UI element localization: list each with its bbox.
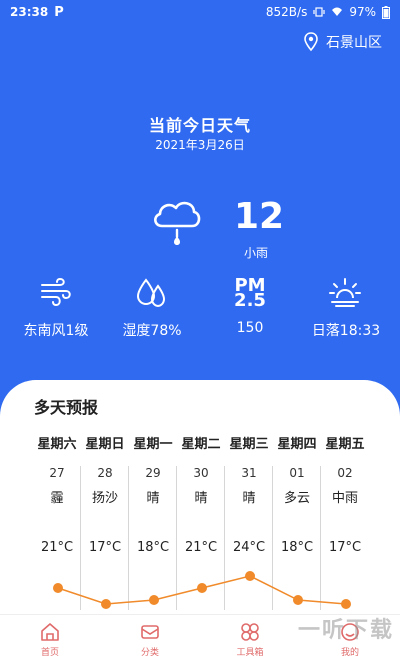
forecast-date: 28 [97,466,113,480]
forecast-weekday: 星期一 [133,437,173,452]
temperature-point [149,595,159,605]
forecast-weekday: 星期三 [229,437,269,452]
forecast-day[interactable]: 星期六 27 霾 21°C [32,430,82,555]
humidity-icon [136,278,166,308]
forecast-weather: 扬沙 [91,491,118,506]
current-date: 2021年3月26日 [155,138,245,152]
forecast-date: 31 [241,466,257,480]
forecast-weekday: 星期日 [85,437,125,452]
nav-profile-label: 我的 [340,648,359,658]
wind-icon [41,277,71,307]
temperature-point [341,599,351,609]
nav-home[interactable]: 首页 [0,617,100,658]
watermark-logo: 一听下载 [297,618,394,643]
pm25-label-bottom: 2.5 [234,290,266,311]
nav-toolbox-label: 工具箱 [236,648,264,658]
forecast-day[interactable]: 星期五 02 中雨 17°C [320,430,370,555]
pm25-value: 150 [236,320,264,336]
forecast-temp: 17°C [88,540,122,555]
status-bar: 23:38 P 852B/s 97% [0,0,400,24]
vibrate-icon [313,7,325,17]
forecast-weekday: 星期六 [37,437,77,452]
temperature-trend-line [53,571,351,609]
forecast-weather: 晴 [146,491,160,506]
temperature-point [245,571,255,581]
forecast-weather: 晴 [242,491,256,506]
location-pin-icon [304,32,318,52]
forecast-day[interactable]: 星期三 31 晴 24°C [224,430,274,555]
nav-category-label: 分类 [140,648,159,658]
forecast-weather: 多云 [283,491,310,506]
page-title: 当前今日天气 [148,116,251,135]
nav-home-label: 首页 [40,648,59,658]
nav-category[interactable]: 分类 [100,617,200,658]
location-selector[interactable]: 石景山区 [304,32,382,52]
forecast-temp: 18°C [280,540,314,555]
category-icon [141,625,159,639]
humidity-label: 湿度78% [122,323,182,339]
forecast-day[interactable]: 星期日 28 扬沙 17°C [80,430,130,555]
app-indicator-icon: P [54,4,64,20]
forecast-title: 多天预报 [34,398,99,417]
wifi-icon [332,7,343,16]
forecast-weather: 晴 [194,491,208,506]
current-temperature: 12 [234,196,285,237]
forecast-temp: 21°C [40,540,74,555]
forecast-weather: 中雨 [331,491,358,506]
forecast-day[interactable]: 星期一 29 晴 18°C [128,430,178,555]
temperature-point [53,583,63,593]
battery-percent: 97% [349,5,376,19]
forecast-weather: 霾 [50,491,64,506]
forecast-temp: 21°C [184,540,218,555]
temperature-point [197,583,207,593]
forecast-date: 29 [145,466,161,480]
current-condition: 小雨 [244,246,269,260]
wind-label: 东南风1级 [23,323,89,339]
forecast-day[interactable]: 星期四 01 多云 18°C [272,430,322,555]
toolbox-icon [241,623,259,641]
forecast-weekday: 星期四 [277,437,317,452]
sunset-icon [329,278,361,307]
temperature-point [293,595,303,605]
forecast-weekday: 星期二 [181,437,221,452]
forecast-day[interactable]: 星期二 30 晴 21°C [176,430,226,555]
cloud-rain-icon [154,201,201,245]
forecast-temp: 17°C [328,540,362,555]
temperature-point [101,599,111,609]
forecast-weekday: 星期五 [325,437,365,452]
forecast-temp: 18°C [136,540,170,555]
forecast-date: 01 [289,466,305,480]
network-speed: 852B/s [265,5,308,19]
forecast-date: 30 [193,466,209,480]
forecast-date: 27 [49,466,65,480]
weather-hero: 23:38 P 852B/s 97% 石景山区 当前今日天气 2021年3月26… [0,0,400,420]
home-icon [41,623,59,641]
forecast-temp: 24°C [232,540,266,555]
forecast-date: 02 [337,466,353,480]
location-name: 石景山区 [326,35,382,51]
sunset-label: 日落18:33 [311,323,381,339]
pm25-icon: PM 2.5 [230,277,270,311]
battery-icon [382,5,390,19]
status-time: 23:38 [10,5,49,19]
nav-toolbox[interactable]: 工具箱 [200,617,300,658]
